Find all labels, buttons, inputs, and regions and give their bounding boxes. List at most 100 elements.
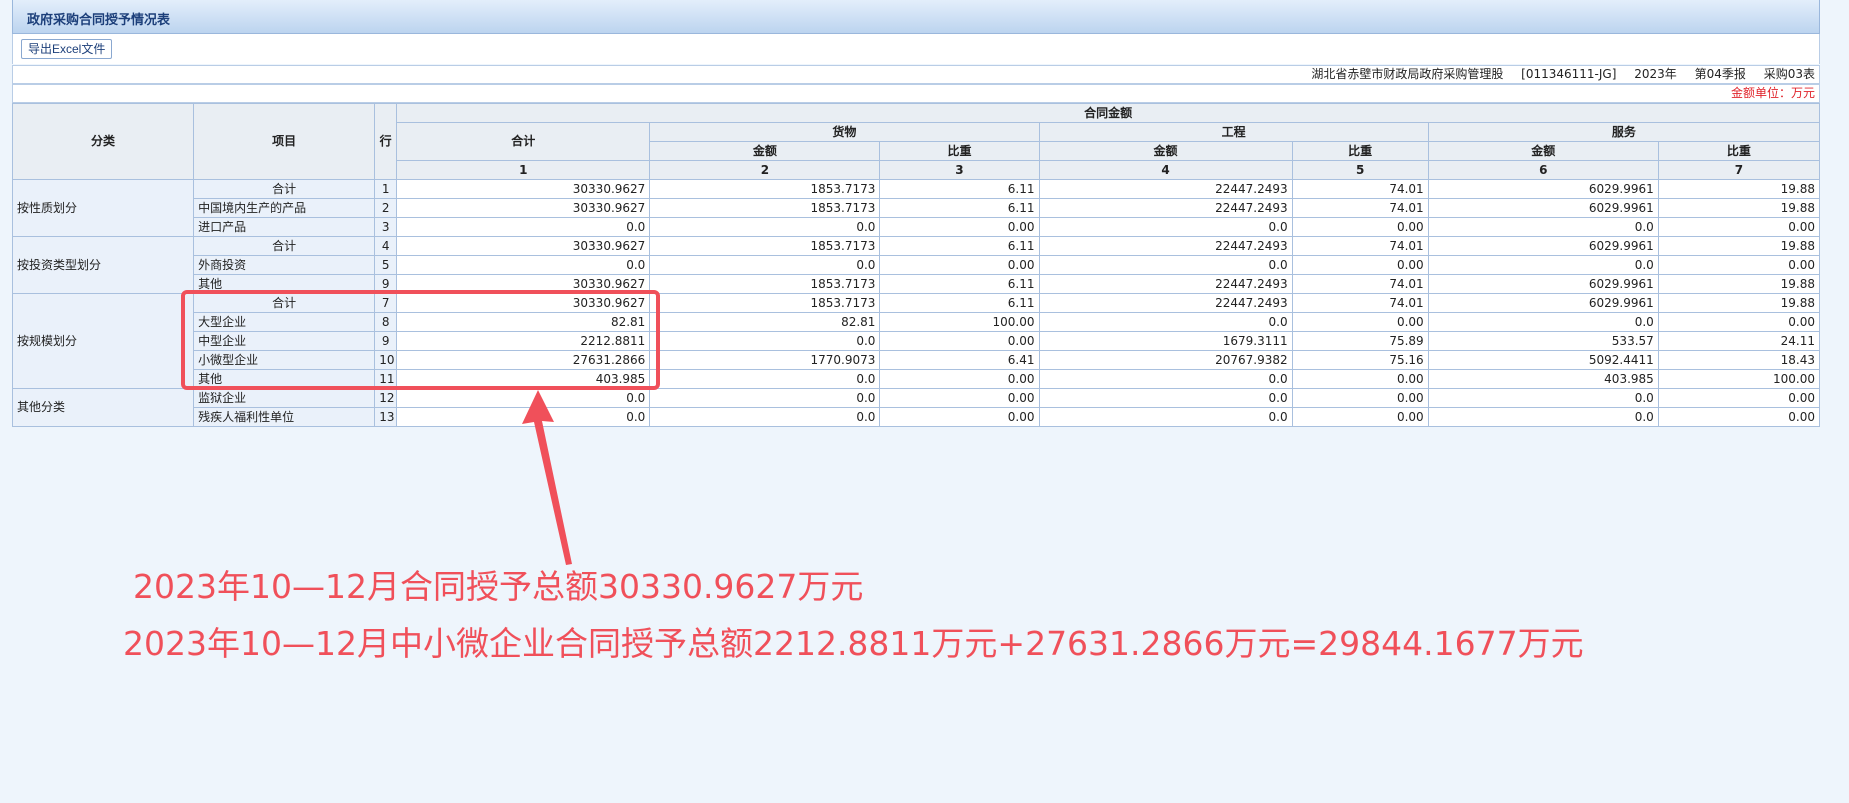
value-cell: 22447.2493 [1038, 198, 1293, 218]
header-engineering-amount: 金额 [1038, 141, 1293, 161]
header-engineering-ratio: 比重 [1291, 141, 1429, 161]
value-cell: 6029.9961 [1427, 179, 1659, 199]
value-cell: 74.01 [1291, 293, 1429, 313]
value-cell: 1770.9073 [649, 350, 881, 370]
table-row: 按投资类型划分 合计 4 30330.9627 1853.7173 6.11 22447.2… [11, 236, 1821, 294]
header-total: 合计 [396, 122, 651, 161]
value-cell: 1853.7173 [649, 293, 881, 313]
value-cell: 19.88 [1657, 236, 1821, 256]
value-cell: 0.0 [649, 369, 881, 389]
highlight-box [181, 290, 660, 390]
value-cell: 0.00 [879, 331, 1040, 351]
value-cell: 0.0 [649, 331, 881, 351]
value-cell: 0.00 [1291, 388, 1429, 408]
value-cell: 6.11 [879, 236, 1040, 256]
value-cell: 0.00 [1291, 407, 1429, 427]
category-cell: 按规模划分 [11, 293, 195, 389]
value-cell: 0.00 [1291, 255, 1429, 275]
value-cell: 74.01 [1291, 274, 1429, 294]
row-number-cell: 2 [374, 198, 398, 218]
value-cell: 22447.2493 [1038, 293, 1293, 313]
export-excel-button[interactable]: 导出Excel文件 [21, 39, 113, 59]
item-cell: 进口产品 [193, 217, 376, 237]
value-cell: 22447.2493 [1038, 274, 1293, 294]
value-cell: 6029.9961 [1427, 274, 1659, 294]
unit-row: 金额单位：万元 [12, 84, 1820, 103]
report-year: 2023年 [1634, 67, 1677, 81]
value-cell: 6.11 [879, 179, 1040, 199]
value-cell: 0.0 [649, 388, 881, 408]
value-cell: 19.88 [1657, 274, 1821, 294]
row-number-cell: 13 [374, 407, 398, 427]
value-cell: 0.00 [879, 369, 1040, 389]
value-cell: 0.0 [396, 217, 651, 237]
window-title: 政府采购合同授予情况表 [27, 13, 171, 28]
row-number-cell: 1 [374, 179, 398, 199]
table-row: 外商投资 5 0.0 0.0 0.00 0.0 0.00 0.0 0.00 [13, 255, 1821, 275]
value-cell: 1853.7173 [649, 236, 881, 256]
amount-unit: 金额单位：万元 [1730, 86, 1815, 100]
value-cell: 1853.7173 [649, 274, 881, 294]
table-row: 按性质划分 合计 1 30330.9627 1853.7173 6.11 22447.249… [11, 179, 1821, 237]
value-cell: 0.00 [879, 388, 1040, 408]
value-cell: 30330.9627 [396, 179, 651, 199]
col-number: 5 [1291, 160, 1429, 180]
category-cell: 按性质划分 [11, 179, 195, 237]
value-cell: 0.00 [879, 407, 1040, 427]
value-cell: 0.00 [1291, 217, 1429, 237]
header-engineering: 工程 [1038, 122, 1429, 142]
value-cell: 100.00 [1657, 369, 1821, 389]
header-category: 分类 [11, 103, 195, 180]
window-title-bar: 政府采购合同授予情况表 [12, 0, 1820, 34]
value-cell: 30330.9627 [396, 198, 651, 218]
header-services: 服务 [1427, 122, 1821, 142]
value-cell: 0.0 [1038, 369, 1293, 389]
value-cell: 74.01 [1291, 236, 1429, 256]
value-cell: 6.11 [879, 198, 1040, 218]
value-cell: 0.00 [1291, 312, 1429, 332]
value-cell: 74.01 [1291, 179, 1429, 199]
col-number: 4 [1038, 160, 1293, 180]
row-number-cell: 5 [374, 255, 398, 275]
page: 政府采购合同授予情况表 导出Excel文件 湖北省赤壁市财政局政府采购管理股 [… [0, 0, 1849, 803]
table-row: 其他分类 监狱企业 12 0.0 0.0 0.00 0.0 0.00 0.0 0.00 [11, 388, 1821, 427]
value-cell: 0.00 [1657, 217, 1821, 237]
value-cell: 1853.7173 [649, 179, 881, 199]
value-cell: 0.00 [879, 255, 1040, 275]
value-cell: 75.16 [1291, 350, 1429, 370]
annotation-line-1: 2023年10—12月合同授予总额30330.9627万元 [133, 567, 864, 606]
value-cell: 6.41 [879, 350, 1040, 370]
category-cell: 其他分类 [11, 388, 195, 427]
form-name: 采购03表 [1763, 67, 1815, 81]
value-cell: 0.0 [1427, 388, 1659, 408]
item-cell: 合计 [193, 236, 376, 256]
value-cell: 22447.2493 [1038, 179, 1293, 199]
table-row: 进口产品 3 0.0 0.0 0.00 0.0 0.00 0.0 0.00 [13, 217, 1821, 237]
item-cell: 残疾人福利性单位 [193, 407, 376, 427]
table-row: 中国境内生产的产品 2 30330.9627 1853.7173 6.11 22447.2… [13, 198, 1821, 218]
value-cell: 6029.9961 [1427, 293, 1659, 313]
toolbar: 导出Excel文件 [12, 34, 1820, 64]
header-services-amount: 金额 [1427, 141, 1659, 161]
col-number: 7 [1657, 160, 1821, 180]
value-cell: 0.0 [1427, 217, 1659, 237]
value-cell: 19.88 [1657, 293, 1821, 313]
row-number-cell: 12 [374, 388, 398, 408]
value-cell: 533.57 [1427, 331, 1659, 351]
org-code: [011346111-JG] [1521, 67, 1617, 81]
value-cell: 0.00 [1291, 369, 1429, 389]
value-cell: 0.0 [1038, 255, 1293, 275]
value-cell: 6.11 [879, 274, 1040, 294]
header-contract-amount: 合同金额 [396, 103, 1820, 123]
value-cell: 19.88 [1657, 198, 1821, 218]
report-meta-row: 湖北省赤壁市财政局政府采购管理股 [011346111-JG] 2023年 第0… [12, 65, 1820, 84]
header-item: 项目 [193, 103, 376, 180]
col-number: 1 [396, 160, 651, 180]
arrow-icon [522, 390, 572, 565]
value-cell: 0.0 [1427, 407, 1659, 427]
value-cell: 100.00 [879, 312, 1040, 332]
value-cell: 0.0 [649, 217, 881, 237]
value-cell: 82.81 [649, 312, 881, 332]
value-cell: 74.01 [1291, 198, 1429, 218]
value-cell: 6.11 [879, 293, 1040, 313]
